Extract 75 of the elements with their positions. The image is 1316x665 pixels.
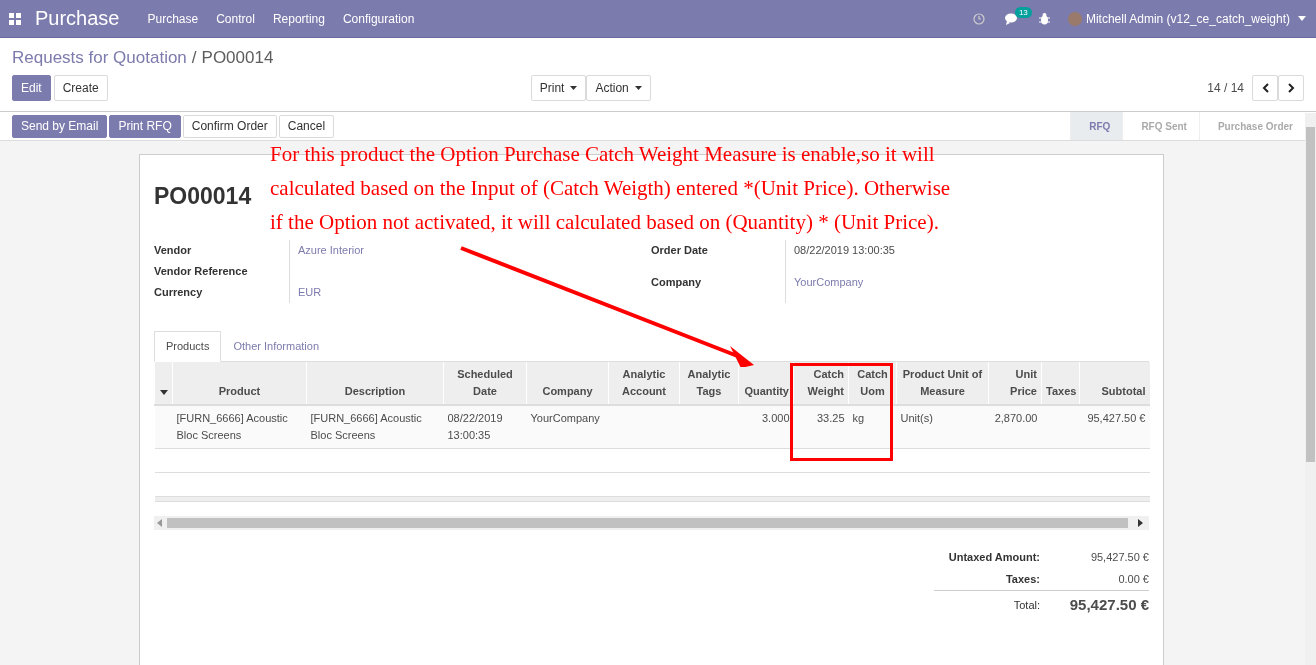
total-label: Total: [934, 590, 1049, 618]
column-header[interactable]: Analytic Tags [679, 362, 739, 405]
column-header[interactable]: Company [526, 362, 609, 405]
field-link[interactable]: Azure Interior [289, 240, 651, 261]
menu-item[interactable]: Reporting [272, 11, 325, 26]
table-cell: YourCompany [526, 405, 609, 449]
column-header[interactable]: Unit Price [988, 362, 1042, 405]
breadcrumb-current: PO00014 [201, 48, 274, 68]
menu-item[interactable]: Configuration [342, 11, 415, 26]
create-button[interactable]: Create [53, 75, 108, 101]
breadcrumb-separator: / [191, 48, 197, 68]
scroll-left-icon[interactable] [157, 519, 163, 527]
header-button[interactable]: Cancel [278, 114, 335, 138]
apps-menu-icon[interactable] [9, 12, 21, 25]
vertical-scrollbar[interactable] [1305, 113, 1316, 665]
clock-icon[interactable] [972, 12, 985, 25]
column-header[interactable]: Scheduled Date [443, 362, 527, 405]
field-link[interactable]: EUR [289, 282, 651, 303]
dropdown-button[interactable]: Action [586, 75, 651, 101]
table-cell: 2,870.00 [988, 405, 1042, 449]
message-count-badge: 13 [1014, 6, 1032, 18]
caret-icon[interactable] [1298, 16, 1306, 21]
header-button[interactable]: Print RFQ [109, 114, 181, 138]
field-label: Company [651, 274, 703, 290]
chevron-right-icon [1287, 83, 1295, 93]
table-cell: 33.25 [793, 405, 849, 449]
column-header[interactable]: Analytic Account [608, 362, 680, 405]
table-cell: [FURN_6666] Acoustic Bloc Screens [172, 405, 307, 449]
field-label: Vendor Reference [154, 264, 249, 279]
pager-value: 14 / 14 [1207, 81, 1244, 95]
total-value: 95,427.50 € [1049, 590, 1149, 618]
notebook-tab[interactable]: Products [154, 331, 222, 362]
total-label: Taxes: [1004, 572, 1041, 587]
next-button[interactable] [1278, 75, 1304, 101]
menu-item[interactable]: Control [216, 11, 255, 26]
column-header[interactable]: Catch Weight [793, 362, 849, 405]
caret-icon [570, 86, 578, 90]
bug-icon[interactable] [1038, 12, 1050, 25]
horizontal-scrollbar[interactable] [154, 516, 1149, 530]
app-title: Purchase [35, 7, 120, 30]
table-cell: 95,427.50 € [1079, 405, 1150, 449]
breadcrumb-link[interactable]: Requests for Quotation [12, 48, 187, 68]
document-title: PO00014 [154, 183, 252, 210]
total-value: 95,427.50 € [1089, 550, 1149, 565]
header-button[interactable]: Confirm Order [182, 114, 277, 138]
sort-caret-icon[interactable] [159, 390, 168, 395]
column-header[interactable]: Subtotal [1079, 362, 1150, 405]
dropdown-button[interactable]: Print [530, 75, 587, 101]
column-header[interactable]: Description [306, 362, 444, 405]
total-label: Untaxed Amount: [947, 550, 1041, 565]
scroll-right-icon[interactable] [1138, 519, 1144, 527]
annotation-text: For this product the Option Purchase Catch Weight Measure is enable,so it will calculated based on the Input of (Catch Weigth) entered *(Unit Price). Otherwise if the Option not activated, it will calculated based on (Quantity) * (Unit Price). [270, 141, 951, 236]
field-label: Currency [154, 285, 204, 300]
user-menu[interactable]: Mitchell Admin (v12_ce_catch_weight) [1085, 11, 1290, 26]
column-header[interactable]: Taxes [1041, 362, 1080, 405]
field-label: Vendor [154, 243, 193, 258]
table-cell: Unit(s) [896, 405, 989, 449]
column-header[interactable]: Product [172, 362, 307, 405]
table-cell: [FURN_6666] Acoustic Bloc Screens [306, 405, 444, 449]
column-header[interactable]: Product Unit of Measure [896, 362, 989, 405]
table-cell: 08/22/2019 13:00:35 [443, 405, 527, 449]
field-link[interactable]: YourCompany [785, 271, 1148, 303]
header-button[interactable]: Send by Email [12, 114, 108, 138]
avatar-circle [1067, 11, 1082, 26]
field-label: Order Date [651, 243, 709, 258]
field-value: 08/22/2019 13:00:35 [785, 240, 1148, 272]
chat-icon[interactable] [1004, 12, 1019, 25]
edit-button[interactable]: Edit [12, 75, 51, 101]
menu-item[interactable]: Purchase [147, 11, 199, 26]
column-header[interactable]: Quantity [738, 362, 794, 405]
total-value: 0.00 € [1117, 572, 1149, 587]
caret-icon [634, 86, 642, 90]
notebook-tab[interactable]: Other Information [221, 331, 331, 361]
previous-button[interactable] [1252, 75, 1278, 101]
chevron-left-icon [1261, 83, 1269, 93]
